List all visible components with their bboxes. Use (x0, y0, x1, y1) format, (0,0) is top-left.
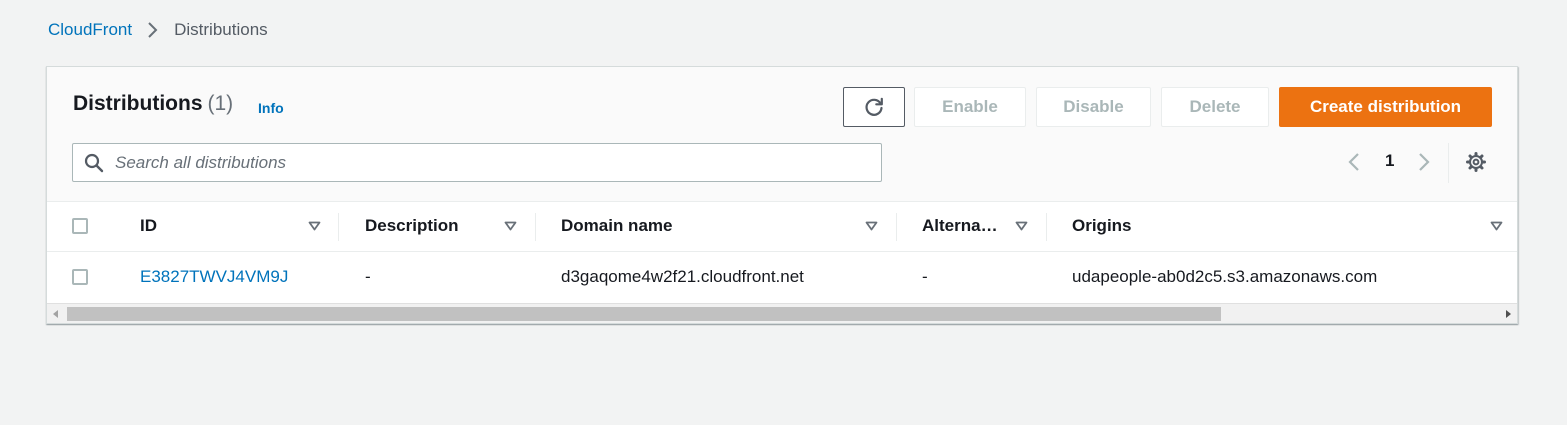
breadcrumb-current: Distributions (174, 20, 268, 39)
page-title: Distributions (1) (73, 92, 233, 116)
search-icon (84, 153, 104, 173)
current-page-number[interactable]: 1 (1385, 151, 1394, 171)
pagination-divider (1448, 143, 1449, 183)
search-box (72, 143, 882, 182)
column-header-description[interactable]: Description (365, 216, 459, 236)
breadcrumb-cloudfront-link[interactable]: CloudFront (48, 20, 132, 40)
column-divider[interactable] (535, 213, 536, 241)
column-divider[interactable] (1046, 213, 1047, 241)
column-divider[interactable] (338, 213, 339, 241)
refresh-icon (863, 96, 885, 118)
sort-triangle-icon[interactable] (504, 221, 517, 231)
panel-header: Distributions (1) Info Enable Disable Del… (47, 67, 1517, 202)
cell-description: - (365, 267, 371, 286)
column-divider[interactable] (896, 213, 897, 241)
column-header-origins[interactable]: Origins (1072, 216, 1132, 236)
cell-alternate-domain: - (922, 267, 928, 286)
cell-domain-name: d3gaqome4w2f21.cloudfront.net (561, 267, 804, 286)
cell-origins: udapeople-ab0d2c5.s3.amazonaws.com (1072, 267, 1378, 286)
select-all-checkbox[interactable] (72, 218, 88, 234)
table-header: ID Description Domain name Alterna… Orig… (47, 202, 1517, 252)
sort-triangle-icon[interactable] (1015, 221, 1028, 231)
gear-icon[interactable] (1465, 151, 1487, 173)
distribution-id-link[interactable]: E3827TWVJ4VM9J (140, 267, 288, 287)
delete-button[interactable]: Delete (1161, 87, 1269, 127)
table-row: E3827TWVJ4VM9J - d3gaqome4w2f21.cloudfro… (47, 253, 1517, 303)
search-input[interactable] (113, 151, 873, 174)
scroll-right-arrow-icon[interactable] (1506, 310, 1511, 318)
refresh-button[interactable] (843, 87, 905, 127)
distribution-count: (1) (207, 92, 234, 115)
next-page-icon[interactable] (1417, 151, 1431, 173)
create-distribution-button[interactable]: Create distribution (1279, 87, 1492, 127)
row-checkbox[interactable] (72, 269, 88, 285)
info-link[interactable]: Info (258, 100, 284, 116)
column-header-id[interactable]: ID (140, 216, 157, 236)
sort-triangle-icon[interactable] (1490, 221, 1503, 231)
chevron-right-icon (146, 21, 160, 39)
scrollbar-thumb[interactable] (67, 307, 1221, 321)
horizontal-scrollbar[interactable] (47, 303, 1517, 323)
column-header-domain-name[interactable]: Domain name (561, 216, 672, 236)
distributions-panel: Distributions (1) Info Enable Disable Del… (46, 66, 1518, 324)
sort-triangle-icon[interactable] (308, 221, 321, 231)
breadcrumb: CloudFront Distributions (48, 20, 268, 40)
scroll-left-arrow-icon[interactable] (53, 310, 58, 318)
sort-triangle-icon[interactable] (865, 221, 878, 231)
enable-button[interactable]: Enable (914, 87, 1026, 127)
disable-button[interactable]: Disable (1036, 87, 1151, 127)
previous-page-icon[interactable] (1347, 151, 1361, 173)
title-text: Distributions (73, 92, 203, 115)
column-header-alternate-domain[interactable]: Alterna… (922, 216, 998, 236)
